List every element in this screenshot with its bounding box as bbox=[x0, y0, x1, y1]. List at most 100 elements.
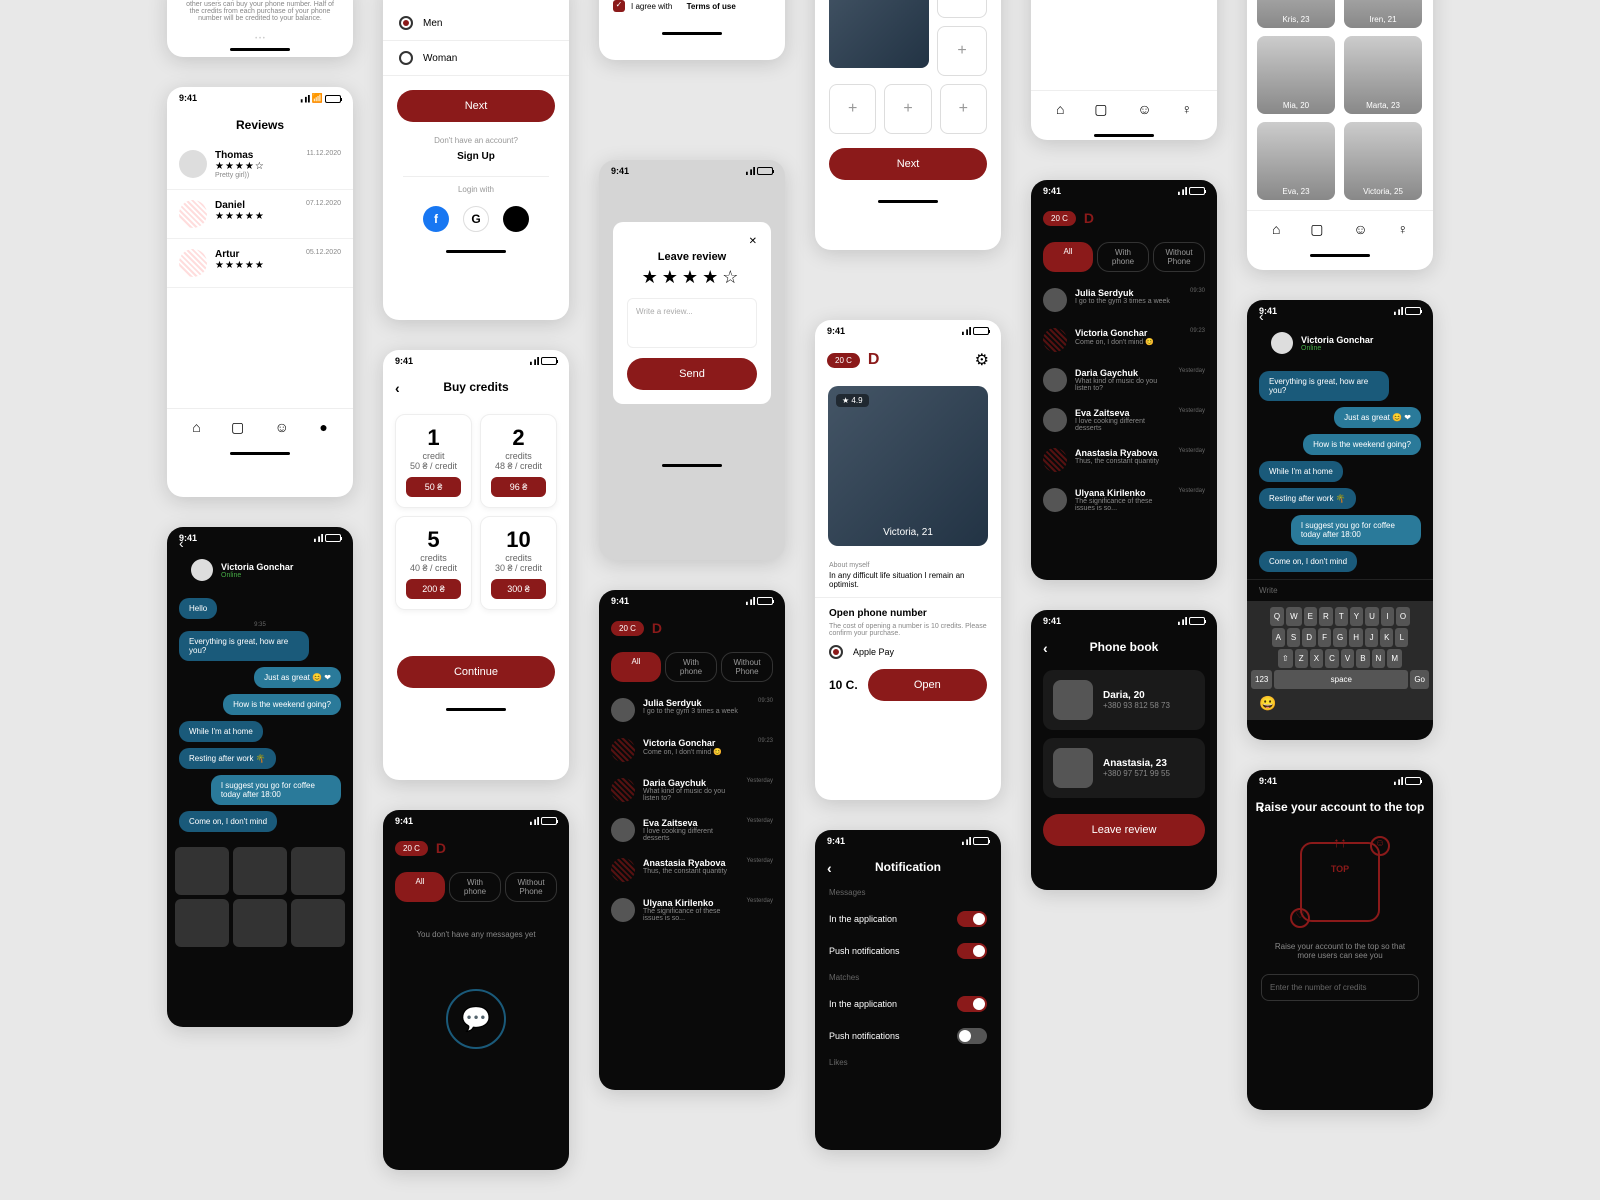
phonebook-item[interactable]: Anastasia, 23+380 97 571 99 55 bbox=[1043, 738, 1205, 798]
keyboard[interactable]: QWERTYUIO ASDFGHJKL ⇧ZXCVBNM 123spaceGo … bbox=[1247, 601, 1433, 720]
terms-link[interactable]: Terms of use bbox=[687, 2, 736, 11]
message-item[interactable]: Victoria GoncharCome on, I don't mind 😊0… bbox=[599, 730, 785, 770]
message-item[interactable]: Ulyana KirilenkoThe significance of thes… bbox=[1031, 480, 1217, 520]
calendar-icon[interactable]: ▢ bbox=[231, 419, 244, 436]
review-item[interactable]: Thomas11.12.2020 ★★★★☆ Pretty girl)) bbox=[167, 140, 353, 190]
credits-badge[interactable]: 20 C bbox=[611, 621, 644, 636]
close-icon[interactable]: ✕ bbox=[627, 236, 757, 247]
review-item[interactable]: Artur05.12.2020 ★★★★★ bbox=[167, 239, 353, 288]
add-photo-button[interactable]: + bbox=[937, 26, 987, 76]
message-item[interactable]: Julia SerdyukI go to the gym 3 times a w… bbox=[599, 690, 785, 730]
calendar-icon[interactable]: ▢ bbox=[1094, 101, 1107, 118]
profile-photo[interactable]: ★ 4.9 Victoria, 21 bbox=[828, 386, 988, 546]
chat-icon[interactable]: ☺ bbox=[1137, 101, 1151, 118]
radio-woman[interactable]: Woman bbox=[383, 41, 569, 76]
credits-badge[interactable]: 20 C bbox=[395, 841, 428, 856]
message-item[interactable]: Ulyana KirilenkoThe significance of thes… bbox=[599, 890, 785, 930]
message-item[interactable]: Anastasia RyabovaThus, the constant quan… bbox=[599, 850, 785, 890]
message-item[interactable]: Anastasia RyabovaThus, the constant quan… bbox=[1031, 440, 1217, 480]
credit-option[interactable]: 2credits48 ₴ / credit96 ₴ bbox=[480, 414, 557, 508]
tab-with-phone[interactable]: With phone bbox=[1097, 242, 1149, 272]
radio-men[interactable]: Men bbox=[383, 6, 569, 41]
next-button[interactable]: Next bbox=[829, 148, 987, 180]
continue-button[interactable]: Continue bbox=[397, 656, 555, 688]
message-item[interactable]: Daria GaychukWhat kind of music do you l… bbox=[599, 770, 785, 810]
chat-icon[interactable]: ☺ bbox=[275, 419, 289, 436]
tab-all[interactable]: All bbox=[1043, 242, 1093, 272]
profile-thumb[interactable]: Kris, 23 bbox=[1257, 0, 1335, 28]
credits-badge[interactable]: 20 C bbox=[1043, 211, 1076, 226]
review-input[interactable]: Write a review... bbox=[627, 298, 757, 348]
photo-thumb[interactable] bbox=[291, 847, 345, 895]
toggle[interactable] bbox=[957, 1028, 987, 1044]
photo-preview[interactable] bbox=[829, 0, 929, 68]
leave-review-button[interactable]: Leave review bbox=[1043, 814, 1205, 846]
home-icon[interactable]: ⌂ bbox=[1272, 221, 1280, 238]
add-photo-button[interactable]: + bbox=[937, 0, 987, 18]
add-photo-button[interactable]: + bbox=[829, 84, 876, 134]
back-icon[interactable]: ‹ bbox=[1259, 308, 1264, 324]
message-item[interactable]: Eva ZaitsevaI love cooking different des… bbox=[1031, 400, 1217, 440]
toggle[interactable] bbox=[957, 911, 987, 927]
back-icon[interactable]: ‹ bbox=[1259, 800, 1264, 816]
photo-thumb[interactable] bbox=[175, 847, 229, 895]
add-photo-button[interactable]: + bbox=[940, 84, 987, 134]
google-icon[interactable]: G bbox=[463, 206, 489, 232]
tab-with-phone[interactable]: With phone bbox=[665, 652, 717, 682]
profile-thumb[interactable]: Eva, 23 bbox=[1257, 122, 1335, 200]
message-item[interactable]: Eva ZaitsevaI love cooking different des… bbox=[599, 810, 785, 850]
profile-thumb[interactable]: Victoria, 25 bbox=[1344, 122, 1422, 200]
credits-input[interactable]: Enter the number of credits bbox=[1261, 974, 1419, 1001]
toggle[interactable] bbox=[957, 996, 987, 1012]
tab-all[interactable]: All bbox=[611, 652, 661, 682]
credit-option[interactable]: 10credits30 ₴ / credit300 ₴ bbox=[480, 516, 557, 610]
back-icon[interactable]: ‹ bbox=[395, 380, 400, 396]
tab-all[interactable]: All bbox=[395, 872, 445, 902]
apple-icon[interactable] bbox=[503, 206, 529, 232]
avatar[interactable] bbox=[191, 559, 213, 581]
checkbox[interactable]: ✓ bbox=[613, 0, 625, 12]
send-button[interactable]: Send bbox=[627, 358, 757, 390]
home-icon[interactable]: ⌂ bbox=[1056, 101, 1064, 118]
profile-icon[interactable]: ● bbox=[319, 419, 327, 436]
next-button[interactable]: Next bbox=[397, 90, 555, 122]
toggle[interactable] bbox=[957, 943, 987, 959]
profile-thumb[interactable]: Mia, 20 bbox=[1257, 36, 1335, 114]
photo-thumb[interactable] bbox=[233, 847, 287, 895]
payment-option[interactable]: Apple Pay bbox=[853, 647, 894, 657]
message-item[interactable]: Julia SerdyukI go to the gym 3 times a w… bbox=[1031, 280, 1217, 320]
credit-option[interactable]: 1credit50 ₴ / credit50 ₴ bbox=[395, 414, 472, 508]
back-icon[interactable]: ‹ bbox=[1043, 640, 1048, 656]
photo-thumb[interactable] bbox=[233, 899, 287, 947]
filter-icon[interactable]: ⚙ bbox=[975, 350, 989, 370]
chat-icon[interactable]: ☺ bbox=[1353, 221, 1367, 238]
credits-badge[interactable]: 20 C bbox=[827, 353, 860, 368]
photo-thumb[interactable] bbox=[291, 899, 345, 947]
avatar[interactable] bbox=[1271, 332, 1293, 354]
add-photo-button[interactable]: + bbox=[884, 84, 931, 134]
review-item[interactable]: Daniel07.12.2020 ★★★★★ bbox=[167, 190, 353, 239]
tab-without-phone[interactable]: Without Phone bbox=[505, 872, 557, 902]
phonebook-item[interactable]: Daria, 20+380 93 812 58 73 bbox=[1043, 670, 1205, 730]
back-icon[interactable]: ‹ bbox=[179, 535, 184, 551]
tab-with-phone[interactable]: With phone bbox=[449, 872, 501, 902]
signup-link[interactable]: Sign Up bbox=[383, 145, 569, 168]
tab-without-phone[interactable]: Without Phone bbox=[1153, 242, 1205, 272]
open-button[interactable]: Open bbox=[868, 669, 987, 701]
credit-option[interactable]: 5credits40 ₴ / credit200 ₴ bbox=[395, 516, 472, 610]
message-input[interactable]: Write bbox=[1247, 579, 1433, 601]
emoji-icon[interactable]: 😀 bbox=[1259, 695, 1276, 712]
profile-icon[interactable]: ♀ bbox=[1398, 221, 1409, 238]
message-item[interactable]: Victoria GoncharCome on, I don't mind 😊0… bbox=[1031, 320, 1217, 360]
profile-thumb[interactable]: Marta, 23 bbox=[1344, 36, 1422, 114]
calendar-icon[interactable]: ▢ bbox=[1310, 221, 1323, 238]
profile-thumb[interactable]: Iren, 21 bbox=[1344, 0, 1422, 28]
facebook-icon[interactable]: f bbox=[423, 206, 449, 232]
star-rating[interactable]: ★★★★☆ bbox=[627, 267, 757, 288]
tab-without-phone[interactable]: Without Phone bbox=[721, 652, 773, 682]
profile-icon[interactable]: ♀ bbox=[1182, 101, 1193, 118]
message-item[interactable]: Daria GaychukWhat kind of music do you l… bbox=[1031, 360, 1217, 400]
back-icon[interactable]: ‹ bbox=[827, 860, 832, 876]
photo-thumb[interactable] bbox=[175, 899, 229, 947]
home-icon[interactable]: ⌂ bbox=[192, 419, 200, 436]
